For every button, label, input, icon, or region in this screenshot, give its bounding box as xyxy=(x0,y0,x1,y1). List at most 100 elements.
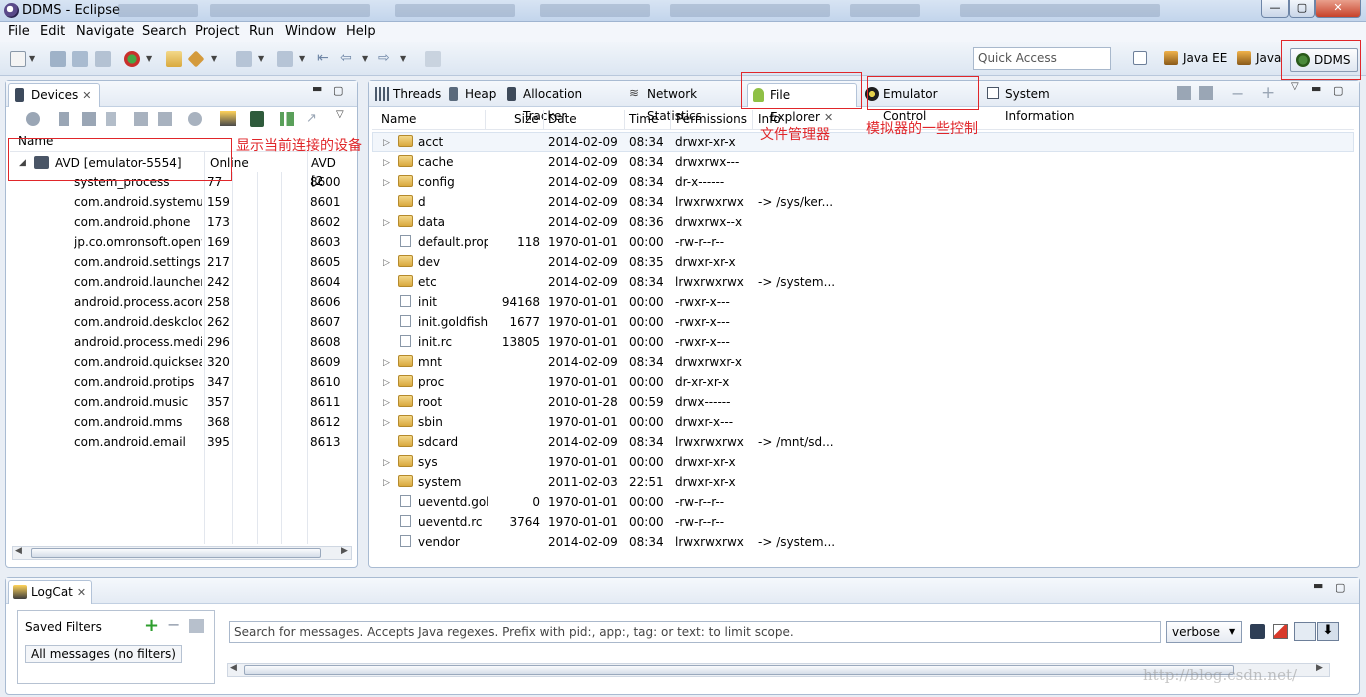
file-row[interactable]: init.rc 13805 1970-01-01 00:00 -rwxr-x--- xyxy=(372,332,1354,352)
log-level-select[interactable]: verbose ▼ xyxy=(1166,621,1242,643)
save-icon[interactable] xyxy=(50,51,66,67)
cause-gc-icon[interactable] xyxy=(106,112,116,126)
method-profiling-icon[interactable] xyxy=(158,112,172,126)
scroll-lock-icon[interactable]: ⬇ xyxy=(1317,622,1339,641)
expand-arrow-icon[interactable]: ▷ xyxy=(383,154,390,172)
chevron-down-icon[interactable]: ▼ xyxy=(29,54,35,63)
back-history-icon[interactable]: ⇤ xyxy=(317,50,329,66)
column-date[interactable]: Date xyxy=(548,112,577,126)
chevron-down-icon[interactable]: ▼ xyxy=(362,54,368,63)
file-row[interactable]: sdcard 2014-02-09 08:34 lrwxrwxrwx -> /mnt/s… xyxy=(372,432,1354,452)
tab-allocation-tracker[interactable]: Allocation Tracker xyxy=(501,83,623,123)
chevron-down-icon[interactable]: ▼ xyxy=(299,54,305,63)
save-log-icon[interactable] xyxy=(1250,624,1265,639)
save-all-icon[interactable] xyxy=(72,51,88,67)
scroll-left-icon[interactable]: ◀ xyxy=(230,663,237,673)
minimize-view-icon[interactable]: ▬ xyxy=(312,82,322,95)
process-row[interactable]: com.android.music 357 8611 xyxy=(10,393,350,413)
expand-arrow-icon[interactable]: ▷ xyxy=(383,134,390,152)
process-row[interactable]: android.process.acore 258 8606 xyxy=(10,293,350,313)
tab-network-statistics[interactable]: ≋ Network Statistics xyxy=(625,83,743,123)
perspective-java[interactable]: Java xyxy=(1256,51,1281,65)
expand-arrow-icon[interactable]: ▷ xyxy=(383,374,390,392)
scroll-right-icon[interactable]: ▶ xyxy=(341,546,348,556)
expand-arrow-icon[interactable]: ▷ xyxy=(383,394,390,412)
pin-editor-icon[interactable] xyxy=(425,51,441,67)
tab-devices[interactable]: Devices ✕ xyxy=(8,83,100,107)
process-row[interactable]: com.android.phone 173 8602 xyxy=(10,213,350,233)
menu-navigate[interactable]: Navigate xyxy=(76,24,134,39)
clear-log-icon[interactable] xyxy=(1273,624,1288,639)
tab-logcat[interactable]: LogCat ✕ xyxy=(8,580,92,604)
screen-capture-icon[interactable] xyxy=(220,111,236,126)
file-row[interactable]: ▷ sys 1970-01-01 00:00 drwxr-xr-x xyxy=(372,452,1354,472)
maximize-view-icon[interactable]: ▢ xyxy=(333,84,343,97)
delete-icon[interactable]: − xyxy=(1231,84,1244,103)
expand-arrow-icon[interactable]: ▷ xyxy=(383,174,390,192)
close-icon[interactable]: ✕ xyxy=(77,586,86,599)
new-folder-icon[interactable]: + xyxy=(1261,83,1275,103)
column-time[interactable]: Time xyxy=(629,112,658,126)
file-row[interactable]: init 94168 1970-01-01 00:00 -rwxr-x--- xyxy=(372,292,1354,312)
minimize-button[interactable]: — xyxy=(1261,0,1289,18)
process-row[interactable]: jp.co.omronsoft.openwnn 169 8603 xyxy=(10,233,350,253)
new-icon[interactable] xyxy=(10,51,26,67)
column-size[interactable]: Size xyxy=(514,112,539,126)
file-row[interactable]: d 2014-02-09 08:34 lrwxrwxrwx -> /sys/ker... xyxy=(372,192,1354,212)
menu-edit[interactable]: Edit xyxy=(40,24,65,39)
process-row[interactable]: com.android.protips 347 8610 xyxy=(10,373,350,393)
file-row[interactable]: init.goldfish.rc 1677 1970-01-01 00:00 -rwxr… xyxy=(372,312,1354,332)
java-icon[interactable] xyxy=(1237,51,1251,65)
opengl-trace-icon[interactable] xyxy=(280,112,294,126)
file-row[interactable]: ▷ proc 1970-01-01 00:00 dr-xr-xr-x xyxy=(372,372,1354,392)
print-icon[interactable] xyxy=(95,51,111,67)
chevron-down-icon[interactable]: ▼ xyxy=(211,54,217,63)
update-heap-icon[interactable] xyxy=(59,112,69,126)
file-row[interactable]: ▷ dev 2014-02-09 08:35 drwxr-xr-x xyxy=(372,252,1354,272)
menu-help[interactable]: Help xyxy=(346,24,376,39)
process-row[interactable]: com.android.settings 217 8605 xyxy=(10,253,350,273)
maximize-button[interactable]: ▢ xyxy=(1289,0,1315,18)
menu-search[interactable]: Search xyxy=(142,24,187,39)
file-row[interactable]: default.prop 118 1970-01-01 00:00 -rw-r--r-- xyxy=(372,232,1354,252)
file-row[interactable]: ▷ root 2010-01-28 00:59 drwx------ xyxy=(372,392,1354,412)
scroll-right-icon[interactable]: ▶ xyxy=(1316,663,1323,673)
systrace-icon[interactable] xyxy=(250,111,264,127)
scroll-left-icon[interactable]: ◀ xyxy=(15,546,22,556)
process-row[interactable]: com.android.email 395 8613 xyxy=(10,433,350,453)
debug-bug-icon[interactable] xyxy=(26,112,40,126)
file-row[interactable]: ▷ acct 2014-02-09 08:34 drwxr-xr-x xyxy=(372,132,1354,152)
minimize-view-icon[interactable]: ▬ xyxy=(1313,579,1323,592)
menu-run[interactable]: Run xyxy=(249,24,274,39)
update-threads-icon[interactable] xyxy=(134,112,148,126)
file-row[interactable]: ▷ system 2011-02-03 22:51 drwxr-xr-x xyxy=(372,472,1354,492)
open-folder-icon[interactable] xyxy=(166,51,182,67)
file-row[interactable]: ▷ mnt 2014-02-09 08:34 drwxrwxr-x xyxy=(372,352,1354,372)
expand-arrow-icon[interactable]: ▷ xyxy=(383,254,390,272)
menu-file[interactable]: File xyxy=(8,24,30,39)
pull-file-icon[interactable] xyxy=(1177,86,1191,100)
debug-run-icon[interactable] xyxy=(124,51,140,67)
file-row[interactable]: ▷ data 2014-02-09 08:36 drwxrwx--x xyxy=(372,212,1354,232)
all-messages-filter[interactable]: All messages (no filters) xyxy=(25,645,182,663)
add-filter-icon[interactable]: + xyxy=(144,615,159,636)
java-ee-icon[interactable] xyxy=(1164,51,1178,65)
scrollbar-thumb[interactable] xyxy=(244,665,1234,675)
file-row[interactable]: etc 2014-02-09 08:34 lrwxrwxrwx -> /system..… xyxy=(372,272,1354,292)
process-row[interactable]: com.android.launcher 242 8604 xyxy=(10,273,350,293)
chevron-down-icon[interactable]: ▼ xyxy=(400,54,406,63)
expand-arrow-icon[interactable]: ▷ xyxy=(383,414,390,432)
menu-window[interactable]: Window xyxy=(285,24,336,39)
file-row[interactable]: vendor 2014-02-09 08:34 lrwxrwxrwx -> /syste… xyxy=(372,532,1354,552)
perspective-java-ee[interactable]: Java EE xyxy=(1183,51,1227,65)
chevron-down-icon[interactable]: ▼ xyxy=(146,54,152,63)
close-icon[interactable]: ✕ xyxy=(82,89,91,102)
view-menu-icon[interactable]: ▽ xyxy=(336,109,344,120)
devices-horizontal-scrollbar[interactable]: ◀ ▶ xyxy=(12,546,352,560)
minimize-view-icon[interactable]: ▬ xyxy=(1311,82,1321,95)
pin-icon[interactable] xyxy=(236,51,252,67)
annotation-icon[interactable] xyxy=(277,51,293,67)
dump-view-icon[interactable]: ↗ xyxy=(306,111,317,126)
expand-arrow-icon[interactable]: ▷ xyxy=(383,474,390,492)
file-row[interactable]: ▷ config 2014-02-09 08:34 dr-x------ xyxy=(372,172,1354,192)
